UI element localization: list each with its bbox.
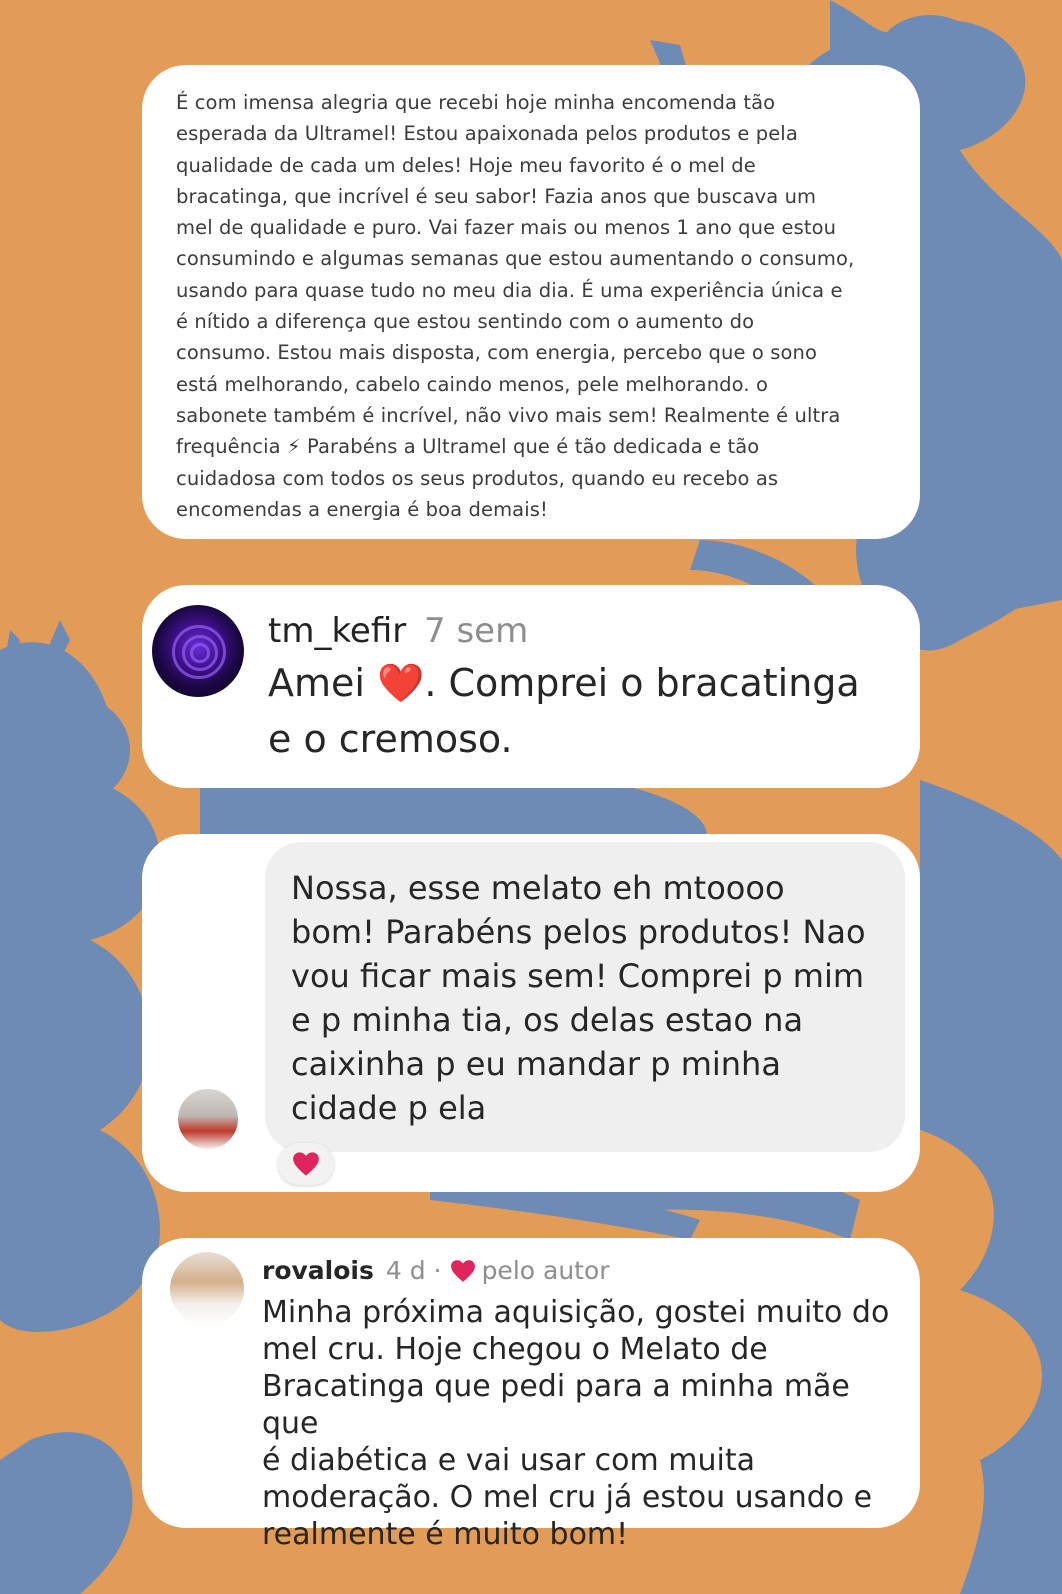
message-bubble[interactable]: Nossa, esse melato eh mtoooo bom! Parabé… [265,842,905,1152]
review-card: É com imensa alegria que recebi hoje min… [142,65,920,539]
heart-icon [293,1152,319,1176]
message-card-melato: Nossa, esse melato eh mtoooo bom! Parabé… [142,834,920,1192]
comment-text: Minha próxima aquisição, gostei muito do… [262,1295,890,1552]
message-text: Nossa, esse melato eh mtoooo bom! Parabé… [291,869,866,1127]
comment-card-rovalois: rovalois 4 d · pelo autor Minha próxima … [142,1238,920,1552]
comment-meta: rovalois 4 d · pelo autor [262,1256,610,1285]
heart-icon [450,1259,475,1282]
comment-card-kefir: tm_kefir 7 sem Amei ❤️. Comprei o bracat… [142,585,920,788]
sender-avatar-icon[interactable] [178,1089,238,1149]
comment-timestamp: 4 d [385,1256,426,1285]
heart-reaction-icon[interactable] [278,1143,334,1185]
comment-text: Amei ❤️. Comprei o bracatinga e o cremos… [268,661,860,761]
comment-timestamp: 7 sem [424,611,529,651]
comment-username[interactable]: rovalois [262,1256,374,1285]
comment-username[interactable]: tm_kefir [268,611,406,651]
purple-rose-avatar-icon[interactable] [152,605,244,697]
meta-separator: · [433,1256,442,1285]
review-text: É com imensa alegria que recebi hoje min… [176,91,855,521]
liked-by-author-label: pelo autor [481,1256,610,1285]
rovalois-avatar-icon[interactable] [170,1252,244,1326]
